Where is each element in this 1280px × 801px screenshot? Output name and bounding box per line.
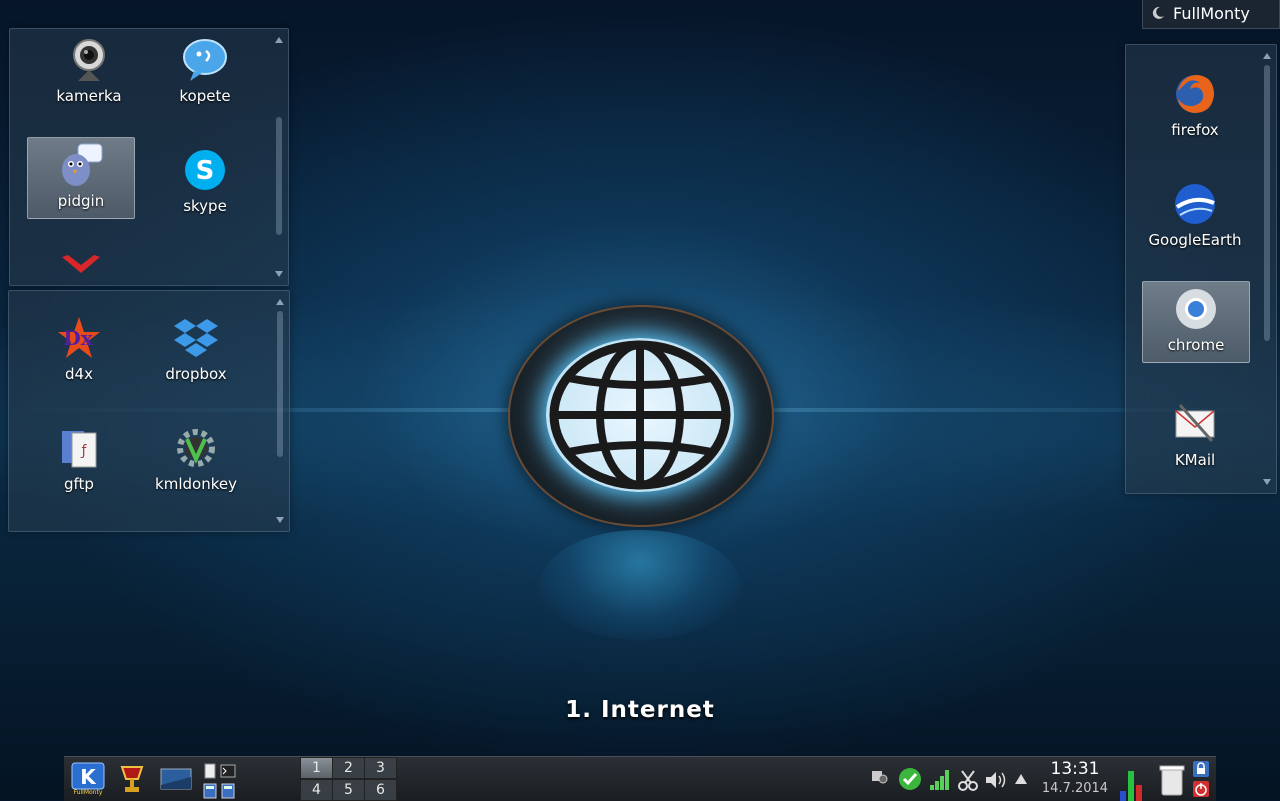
scroll-down-arrow-icon[interactable] <box>275 271 283 277</box>
pager-desktop-1[interactable]: 1 <box>300 757 333 779</box>
tray-expand-arrow-icon[interactable] <box>1014 773 1028 785</box>
app-firefox[interactable]: firefox <box>1142 67 1248 147</box>
pager-desktop-6[interactable]: 6 <box>364 779 397 801</box>
webcam-icon <box>73 39 105 81</box>
folder-view-browsers[interactable]: firefox GoogleEarth chrome KMail <box>1125 44 1277 494</box>
network-signal-icon[interactable] <box>928 767 952 791</box>
app-pidgin[interactable]: pidgin <box>27 137 135 219</box>
activity-name: FullMonty <box>1173 4 1250 23</box>
app-label: pidgin <box>57 192 105 210</box>
trophy-icon[interactable] <box>118 763 146 795</box>
application-launcher-button[interactable]: K FullMonty <box>70 761 106 797</box>
logout-power-icon[interactable] <box>1192 780 1210 798</box>
clock-date: 14.7.2014 <box>1041 781 1109 796</box>
d4x-icon: Dx <box>58 317 100 358</box>
notifications-icon[interactable] <box>870 767 888 785</box>
app-label: kmldonkey <box>155 475 237 493</box>
app-gftp[interactable]: ƒ gftp <box>26 421 132 501</box>
svg-text:Dx: Dx <box>63 326 93 350</box>
taskbar: K FullMonty 1 2 3 4 5 6 13:31 14.7.2014 <box>64 756 1216 801</box>
scroll-thumb[interactable] <box>276 117 282 235</box>
chrome-icon <box>1176 289 1216 329</box>
system-monitor-icon[interactable] <box>1118 769 1144 801</box>
firefox-icon <box>1176 75 1214 113</box>
kmldonkey-icon <box>177 429 215 467</box>
partial-app-icon <box>62 255 100 273</box>
quicklaunch-grid <box>202 761 238 799</box>
app-d4x[interactable]: Dx d4x <box>26 311 132 391</box>
volume-icon[interactable] <box>984 770 1008 790</box>
scrollbar[interactable] <box>275 299 285 523</box>
app-label: gftp <box>64 475 94 493</box>
trash-icon[interactable] <box>1158 763 1186 797</box>
app-googleearth[interactable]: GoogleEarth <box>1142 177 1248 257</box>
app-kamerka[interactable]: kamerka <box>36 33 142 113</box>
app-label: d4x <box>65 365 93 383</box>
app-kmldonkey[interactable]: kmldonkey <box>143 421 249 501</box>
app-dropbox[interactable]: dropbox <box>143 311 249 391</box>
pager-desktop-5[interactable]: 5 <box>332 779 365 801</box>
pidgin-icon <box>62 143 103 186</box>
google-earth-icon <box>1175 184 1215 224</box>
dropbox-icon <box>174 319 218 357</box>
calculator-icon[interactable] <box>202 783 218 799</box>
folder-view-communication[interactable]: kamerka kopete pidgin S skype <box>9 28 289 286</box>
app-label: kamerka <box>56 87 122 105</box>
moon-icon <box>1152 6 1164 19</box>
pager-desktop-3[interactable]: 3 <box>364 757 397 779</box>
scroll-thumb[interactable] <box>277 311 283 457</box>
folder-view-downloads[interactable]: Dx d4x dropbox ƒ gftp kmldonkey <box>8 290 290 532</box>
scroll-up-arrow-icon[interactable] <box>275 37 283 43</box>
app-label: GoogleEarth <box>1148 231 1242 249</box>
app-label: kopete <box>179 87 231 105</box>
scroll-down-arrow-icon[interactable] <box>1263 479 1271 485</box>
launcher-label: FullMonty <box>73 789 103 796</box>
scrollbar[interactable] <box>1262 53 1272 485</box>
scroll-thumb[interactable] <box>1264 65 1270 341</box>
skype-icon: S <box>185 150 225 190</box>
app-skype[interactable]: S skype <box>152 143 258 223</box>
kopete-icon <box>183 39 227 81</box>
show-desktop-icon[interactable] <box>160 767 192 793</box>
terminal-icon[interactable] <box>220 763 236 779</box>
svg-text:S: S <box>196 156 215 186</box>
activity-switcher-button[interactable]: FullMonty <box>1142 0 1280 29</box>
virtual-desktop-pager: 1 2 3 4 5 6 <box>300 757 397 801</box>
app-label: dropbox <box>165 365 227 383</box>
klipper-scissors-icon[interactable] <box>958 769 978 791</box>
svg-text:K: K <box>80 765 97 789</box>
globe-reflection <box>540 530 740 640</box>
desktop-activity-title: 1. Internet <box>565 697 715 723</box>
app-chrome[interactable]: chrome <box>1142 281 1250 363</box>
clock-time: 13:31 <box>1050 759 1100 779</box>
pager-desktop-2[interactable]: 2 <box>332 757 365 779</box>
gftp-icon: ƒ <box>62 431 97 468</box>
scroll-up-arrow-icon[interactable] <box>1263 53 1271 59</box>
kmail-icon <box>1175 404 1215 442</box>
spreadsheet-icon[interactable] <box>220 783 236 799</box>
digital-clock[interactable]: 13:31 14.7.2014 <box>1038 759 1112 799</box>
app-kmail[interactable]: KMail <box>1142 397 1248 477</box>
scroll-up-arrow-icon[interactable] <box>276 299 284 305</box>
lock-screen-icon[interactable] <box>1192 760 1210 778</box>
scrollbar[interactable] <box>274 37 284 277</box>
pager-desktop-4[interactable]: 4 <box>300 779 333 801</box>
app-label: firefox <box>1171 121 1219 139</box>
scroll-down-arrow-icon[interactable] <box>276 517 284 523</box>
update-ok-icon[interactable] <box>898 767 922 791</box>
app-label: skype <box>183 197 227 215</box>
app-kopete[interactable]: kopete <box>152 33 258 113</box>
app-label: KMail <box>1174 451 1216 469</box>
document-icon[interactable] <box>202 763 218 779</box>
app-label: chrome <box>1167 336 1225 354</box>
globe-icon <box>549 340 731 490</box>
